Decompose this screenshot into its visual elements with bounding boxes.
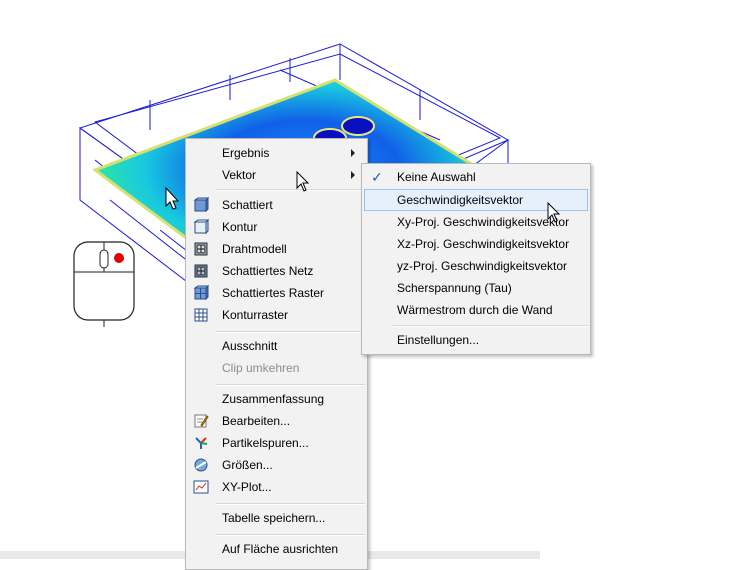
contour-grid-icon — [194, 308, 208, 322]
submenu-item-waermestrom[interactable]: Wärmestrom durch die Wand — [364, 299, 588, 321]
menu-item-auf-flaeche-ausrichten[interactable]: Auf Fläche ausrichten — [188, 538, 365, 560]
submenu-item-scherspannung[interactable]: Scherspannung (Tau) — [364, 277, 588, 299]
shaded-cube-icon — [193, 197, 209, 213]
menu-item-partikelspuren[interactable]: Partikelspuren... — [188, 432, 365, 454]
menu-item-xy-plot[interactable]: XY-Plot... — [188, 476, 365, 498]
edit-icon — [194, 414, 209, 428]
submenu-item-xz-proj[interactable]: Xz-Proj. Geschwindigkeitsvektor — [364, 233, 588, 255]
particle-traces-icon — [195, 437, 208, 449]
mouse-right-click-icon — [73, 241, 135, 327]
wireframe-icon — [194, 242, 208, 256]
menu-item-schattiertes-netz[interactable]: Schattiertes Netz — [188, 260, 365, 282]
pointer-cursor-icon — [296, 171, 310, 192]
menu-item-kontur[interactable]: Kontur — [188, 216, 365, 238]
shaded-grid-icon — [193, 285, 209, 301]
menu-item-konturraster[interactable]: Konturraster — [188, 304, 365, 326]
submenu-item-keine-auswahl[interactable]: ✓ Keine Auswahl — [364, 166, 588, 188]
menu-item-ausschnitt[interactable]: Ausschnitt — [188, 335, 365, 357]
menu-item-clip-umkehren: Clip umkehren — [222, 361, 300, 375]
menu-item-schattiertes-raster[interactable]: Schattiertes Raster — [188, 282, 365, 304]
submenu-arrow-icon — [351, 171, 355, 179]
menu-item-ergebnis[interactable]: Ergebnis — [188, 142, 365, 164]
pointer-cursor-icon — [547, 202, 561, 223]
context-menu: Ergebnis Vektor Schattiert Kontur Drahtm… — [185, 138, 368, 570]
submenu-item-einstellungen[interactable]: Einstellungen... — [364, 329, 588, 351]
menu-item-schattiert[interactable]: Schattiert — [188, 194, 365, 216]
shaded-mesh-icon — [194, 264, 208, 278]
submenu-item-yz-proj[interactable]: yz-Proj. Geschwindigkeitsvektor — [364, 255, 588, 277]
vector-submenu: ✓ Keine Auswahl Geschwindigkeitsvektor X… — [361, 163, 591, 355]
checkmark-icon: ✓ — [371, 169, 383, 185]
menu-separator — [216, 189, 365, 191]
menu-separator — [216, 503, 365, 505]
menu-item-tabelle-speichern[interactable]: Tabelle speichern... — [188, 507, 365, 529]
menu-separator — [392, 325, 588, 327]
menu-separator — [216, 384, 365, 386]
menu-item-drahtmodell[interactable]: Drahtmodell — [188, 238, 365, 260]
menu-item-zusammenfassung[interactable]: Zusammenfassung — [188, 388, 365, 410]
menu-item-vektor[interactable]: Vektor — [188, 164, 365, 186]
menu-separator — [216, 534, 365, 536]
menu-item-groessen[interactable]: Größen... — [188, 454, 365, 476]
quantities-icon — [194, 458, 208, 472]
xy-plot-icon — [193, 480, 209, 494]
submenu-arrow-icon — [351, 149, 355, 157]
contour-cube-icon — [193, 219, 209, 235]
menu-separator — [216, 331, 365, 333]
menu-item-bearbeiten[interactable]: Bearbeiten... — [188, 410, 365, 432]
